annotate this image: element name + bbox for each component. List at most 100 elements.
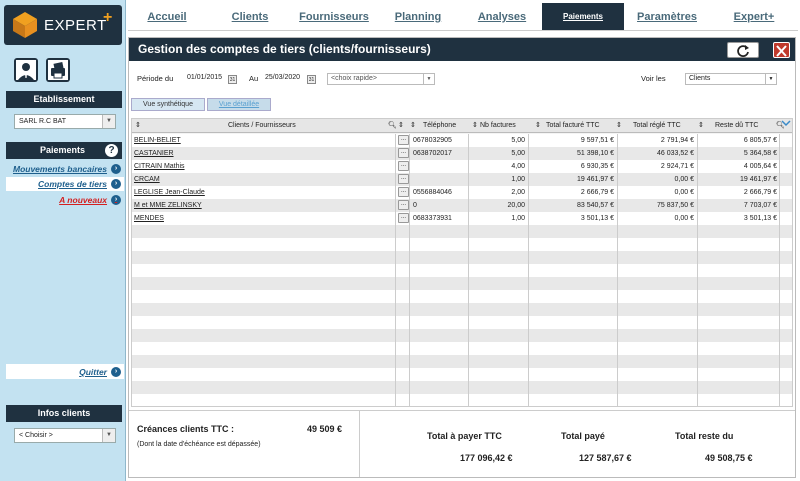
sort-icon[interactable]: ⇕	[616, 119, 622, 133]
tab-analyses[interactable]: Analyses	[462, 3, 542, 31]
cell-name	[132, 225, 396, 238]
tab-vue-synthetique[interactable]: Vue synthétique	[131, 98, 205, 111]
cell-name	[132, 264, 396, 277]
cell-due	[698, 394, 780, 406]
link-a-nouveaux[interactable]: A nouveaux ›	[59, 194, 121, 206]
tab-clients[interactable]: Clients	[206, 3, 294, 31]
total-remaining-label: Total reste du	[675, 431, 734, 441]
table-row	[132, 238, 792, 251]
refresh-icon	[737, 45, 749, 57]
sort-icon[interactable]: ⇕	[398, 119, 404, 133]
table-row[interactable]: BELIN-BELIET... 0678032905 5,00 9 597,51 €2…	[132, 134, 792, 147]
col-reste-du[interactable]: Reste dû TTC	[715, 119, 758, 133]
more-button[interactable]: ...	[398, 213, 409, 223]
user-profile-icon[interactable]	[14, 58, 38, 82]
more-button[interactable]: ...	[398, 135, 409, 145]
cell-count	[469, 225, 529, 238]
cell-name[interactable]: CRCAM	[132, 173, 396, 186]
row-action-cell	[396, 368, 410, 381]
cell-paid	[618, 368, 698, 381]
tab-planning[interactable]: Planning	[374, 3, 462, 31]
printer-icon[interactable]	[46, 58, 70, 82]
table-row[interactable]: M et MME ZELINSKY... 0 20,00 83 540,57 €75 …	[132, 199, 792, 212]
table-row[interactable]: MENDES... 0683373931 1,00 3 501,13 €0,00 €3…	[132, 212, 792, 225]
calendar-icon[interactable]: 31	[307, 75, 316, 84]
more-button[interactable]: ...	[398, 161, 409, 171]
sort-icon[interactable]: ⇕	[698, 119, 704, 133]
more-button[interactable]: ...	[398, 187, 409, 197]
tab-fournisseurs[interactable]: Fournisseurs	[294, 3, 374, 31]
row-action-cell	[396, 264, 410, 277]
link-mouvements-bancaires[interactable]: Mouvements bancaires ›	[13, 163, 121, 175]
cell-due	[698, 316, 780, 329]
more-button[interactable]: ...	[398, 200, 409, 210]
cell-name[interactable]: CASTANIER	[132, 147, 396, 160]
col-telephone[interactable]: Téléphone	[423, 119, 456, 133]
row-action-cell: ...	[396, 212, 410, 225]
cell-count	[469, 303, 529, 316]
col-clients[interactable]: Clients / Fournisseurs	[228, 119, 296, 133]
cell-count	[469, 368, 529, 381]
sort-icon[interactable]: ⇕	[472, 119, 478, 133]
refresh-button[interactable]	[727, 42, 759, 58]
cell-count	[469, 394, 529, 406]
cell-paid: 0,00 €	[618, 173, 698, 186]
table-row[interactable]: CRCAM... 1,00 19 461,97 €0,00 €19 461,97 €	[132, 173, 792, 186]
help-icon[interactable]: ?	[105, 144, 118, 157]
cell-count: 4,00	[469, 160, 529, 173]
infos-clients-select[interactable]: < Choisir > ▼	[14, 428, 116, 443]
cell-name	[132, 342, 396, 355]
establishment-select[interactable]: SARL R.C BAT ▼	[14, 114, 116, 129]
table-row[interactable]: LEGLISE Jean-Claude... 0556884046 2,00 2 66…	[132, 186, 792, 199]
link-comptes-de-tiers[interactable]: Comptes de tiers ›	[38, 178, 121, 190]
search-icon[interactable]: 🔍︎	[388, 119, 397, 133]
more-button[interactable]: ...	[398, 148, 409, 158]
row-action-cell	[396, 355, 410, 368]
total-paid-value: 127 587,67 €	[579, 453, 632, 463]
cell-invoiced	[529, 251, 618, 264]
close-button[interactable]	[773, 42, 790, 58]
tab-accueil[interactable]: Accueil	[128, 3, 206, 31]
quit-link[interactable]: Quitter ›	[79, 366, 121, 378]
cell-name[interactable]: LEGLISE Jean-Claude	[132, 186, 396, 199]
quick-choice-select[interactable]: <choix rapide> ▼	[327, 73, 435, 85]
sort-icon[interactable]: ⇕	[535, 119, 541, 133]
row-action-cell	[396, 290, 410, 303]
cell-name[interactable]: CITRAIN Mathis	[132, 160, 396, 173]
cell-paid: 46 033,52 €	[618, 147, 698, 160]
date-to-label: Au	[249, 74, 259, 83]
cell-name[interactable]: BELIN-BELIET	[132, 134, 396, 147]
col-nb-factures[interactable]: Nb factures	[480, 119, 516, 133]
tab-parametres[interactable]: Paramètres	[624, 3, 710, 31]
cell-name[interactable]: MENDES	[132, 212, 396, 225]
tab-expert-plus[interactable]: Expert+	[710, 3, 798, 31]
chevron-down-icon[interactable]: ▼	[102, 115, 115, 128]
table-row[interactable]: CITRAIN Mathis... 4,00 6 930,35 €2 924,71 …	[132, 160, 792, 173]
cell-count: 2,00	[469, 186, 529, 199]
logo-text: EXPERT	[44, 17, 107, 34]
tab-vue-detaillee[interactable]: Vue détaillée	[207, 98, 271, 111]
receivables-value: 49 509 €	[307, 424, 343, 434]
cell-invoiced	[529, 355, 618, 368]
sort-icon[interactable]: ⇕	[135, 119, 141, 133]
chevron-down-icon[interactable]: ▼	[102, 429, 115, 442]
calendar-icon[interactable]: 31	[228, 75, 237, 84]
cell-paid	[618, 251, 698, 264]
more-button[interactable]: ...	[398, 174, 409, 184]
col-total-regle[interactable]: Total réglé TTC	[633, 119, 681, 133]
tab-paiements[interactable]: Paiements	[542, 3, 624, 31]
cell-invoiced	[529, 277, 618, 290]
cell-invoiced	[529, 381, 618, 394]
cell-invoiced	[529, 368, 618, 381]
col-total-facture[interactable]: Total facturé TTC	[546, 119, 600, 133]
scroll-chevron-icon[interactable]	[780, 118, 792, 128]
view-select[interactable]: Clients ▼	[685, 73, 777, 85]
cell-phone	[410, 160, 469, 173]
cell-phone	[410, 316, 469, 329]
cell-paid: 0,00 €	[618, 186, 698, 199]
chevron-down-icon: ▼	[423, 74, 434, 84]
cell-name[interactable]: M et MME ZELINSKY	[132, 199, 396, 212]
table-row[interactable]: CASTANIER... 0638702017 5,00 51 398,10 €46 …	[132, 147, 792, 160]
sort-icon[interactable]: ⇕	[410, 119, 416, 133]
cell-name	[132, 394, 396, 406]
